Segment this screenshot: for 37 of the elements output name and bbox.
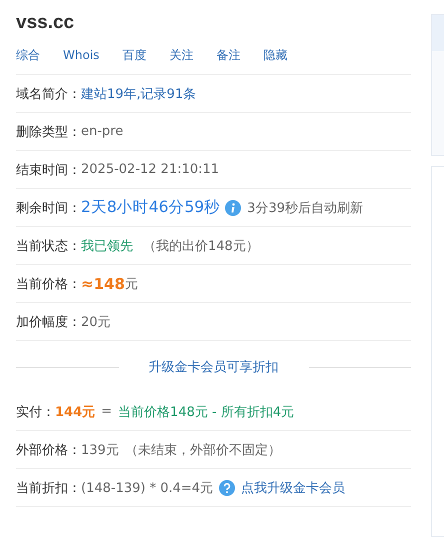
field-label: 结束时间： (16, 162, 81, 178)
nav-link[interactable]: 关注 (169, 46, 194, 64)
nav-link[interactable]: Whois (63, 48, 100, 62)
nav-link[interactable]: 隐藏 (263, 46, 288, 64)
field-label: 当前价格： (16, 276, 81, 292)
field-value: 139元 (81, 442, 119, 458)
field-value: 2025-02-12 21:10:11 (81, 162, 220, 177)
field-value: 元 (124, 276, 138, 292)
domain-title: vss.cc (16, 11, 76, 35)
link[interactable]: 建站19年,记录91条 (81, 84, 196, 102)
field-value: (148-139) * 0.4=4元 (81, 480, 214, 496)
price-value: 144元 (55, 404, 96, 420)
field-label: 加价幅度： (16, 314, 81, 330)
field-label: 删除类型： (16, 124, 81, 140)
status-value: 当前价格148元 - 所有折扣4元 (118, 404, 294, 420)
field-label: 实付： (16, 404, 55, 420)
nav-link[interactable]: 百度 (122, 46, 146, 64)
price-value: ≈148 (81, 274, 125, 292)
field-label: 当前状态： (16, 238, 81, 254)
link[interactable]: 点我升级金卡会员 (241, 478, 346, 496)
info-icon[interactable] (225, 200, 242, 216)
field-label: 当前折扣： (16, 480, 81, 496)
field-value: = (101, 404, 112, 419)
field-label: 外部价格： (16, 442, 81, 458)
field-label: 域名简介： (16, 86, 81, 102)
field-label: 剩余时间： (16, 200, 81, 216)
countdown-value: 2天8小时46分59秒 (81, 197, 220, 218)
nav-link[interactable]: 备注 (216, 46, 240, 64)
field-value: en-pre (81, 124, 124, 139)
status-value: 我已领先 (81, 238, 133, 254)
nav-link[interactable]: 综合 (16, 46, 40, 64)
help-icon[interactable] (219, 480, 236, 496)
field-value: 3分39秒后自动刷新 (247, 200, 363, 216)
upgrade-heading: 升级金卡会员可享折扣 (148, 359, 280, 376)
field-value: 20元 (81, 314, 111, 330)
field-value: （未结束，外部价不固定） (124, 442, 281, 458)
field-value: （我的出价148元） (143, 238, 259, 254)
